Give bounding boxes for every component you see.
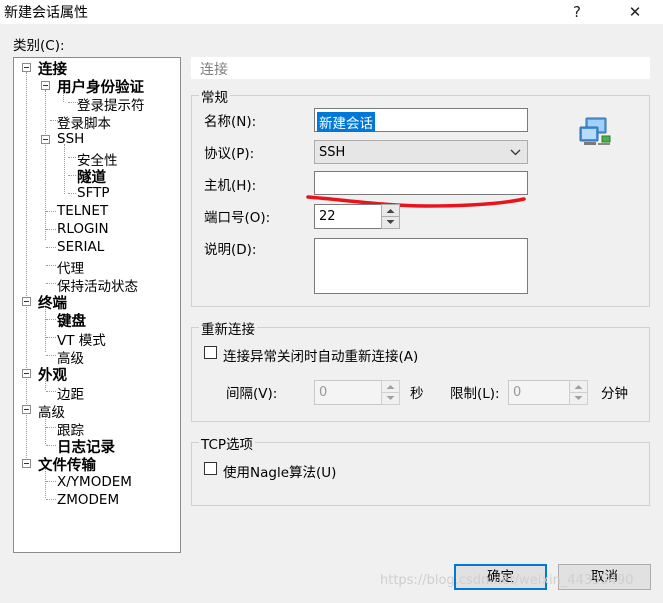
tree-item-telnet[interactable]: TELNET: [57, 203, 108, 219]
port-label: 端口号(O):: [204, 210, 271, 226]
category-tree[interactable]: 连接 用户身份验证 登录提示符 登录脚本 SSH 安全性 隧道 SFTP TEL…: [13, 57, 181, 553]
name-value: 新建会话: [317, 112, 375, 132]
collapse-icon[interactable]: [22, 405, 31, 414]
auto-reconnect-label[interactable]: 连接异常关闭时自动重新连接(A): [223, 345, 418, 365]
tree-item-keyboard[interactable]: 键盘: [57, 310, 86, 331]
description-label: 说明(D):: [204, 242, 257, 258]
general-group-title: 常规: [199, 86, 230, 106]
host-label: 主机(H):: [204, 178, 257, 194]
name-label: 名称(N):: [204, 114, 257, 130]
help-button[interactable]: ?: [557, 0, 597, 24]
tree-item-sftp[interactable]: SFTP: [77, 185, 109, 201]
collapse-icon[interactable]: [22, 459, 31, 468]
tree-item-xymodem[interactable]: X/YMODEM: [57, 474, 132, 490]
window-title: 新建会话属性: [4, 5, 88, 21]
interval-input[interactable]: 0: [314, 380, 382, 405]
panel-header: [191, 57, 650, 79]
tree-item-ssh[interactable]: SSH: [57, 131, 84, 147]
collapse-icon[interactable]: [41, 135, 50, 144]
reconnect-group-title: 重新连接: [199, 318, 257, 338]
description-input[interactable]: [314, 238, 528, 294]
network-computers-icon: [579, 117, 611, 145]
tree-item-rlogin[interactable]: RLOGIN: [57, 221, 109, 237]
panel-header-title: 连接: [200, 62, 228, 78]
spinner-arrows-icon: [382, 209, 399, 224]
tree-item-login-script[interactable]: 登录脚本: [57, 112, 111, 132]
tree-item-appearance[interactable]: 外观: [38, 364, 67, 385]
collapse-icon[interactable]: [41, 81, 50, 90]
protocol-value: SSH: [319, 145, 346, 160]
interval-label: 间隔(V):: [226, 386, 278, 402]
port-input[interactable]: 22: [314, 204, 382, 229]
interval-spinner[interactable]: [381, 380, 400, 405]
collapse-icon[interactable]: [22, 63, 31, 72]
port-value: 22: [319, 209, 336, 224]
chevron-down-icon: [510, 149, 521, 156]
limit-unit: 分钟: [601, 386, 628, 402]
interval-value: 0: [319, 385, 328, 400]
close-button[interactable]: ✕: [615, 0, 655, 24]
tcp-group-title: TCP选项: [199, 433, 256, 453]
limit-spinner[interactable]: [569, 380, 588, 405]
nagle-label[interactable]: 使用Nagle算法(U): [223, 461, 336, 481]
tree-item-margins[interactable]: 边距: [57, 383, 84, 403]
limit-input[interactable]: 0: [508, 380, 570, 405]
protocol-select[interactable]: SSH: [314, 140, 528, 164]
category-label: 类别(C):: [13, 38, 65, 54]
tree-item-keepalive[interactable]: 保持活动状态: [57, 275, 138, 295]
tree-item-proxy[interactable]: 代理: [57, 257, 84, 277]
port-spinner[interactable]: [381, 204, 400, 229]
protocol-label: 协议(P):: [204, 146, 255, 162]
name-input[interactable]: 新建会话: [314, 108, 528, 132]
interval-unit: 秒: [410, 386, 424, 402]
tree-item-zmodem[interactable]: ZMODEM: [57, 492, 119, 508]
nagle-checkbox[interactable]: [204, 462, 217, 475]
tree-item-serial[interactable]: SERIAL: [57, 239, 104, 255]
reconnect-group: [191, 327, 650, 422]
collapse-icon[interactable]: [22, 297, 31, 306]
limit-value: 0: [513, 385, 522, 400]
tree-item-tunnel[interactable]: 隧道: [77, 166, 106, 187]
watermark: https://blog.csdn.net/weixin_44355490: [380, 573, 634, 588]
collapse-icon[interactable]: [22, 369, 31, 378]
auto-reconnect-checkbox[interactable]: [204, 346, 217, 359]
tree-item-advanced[interactable]: 高级: [38, 401, 65, 421]
tree-item-file-transfer[interactable]: 文件传输: [38, 454, 96, 475]
limit-label: 限制(L):: [450, 386, 500, 402]
tree-item-vt-mode[interactable]: VT 模式: [57, 329, 106, 349]
spinner-arrows-icon: [382, 385, 399, 400]
tree-item-login-prompt[interactable]: 登录提示符: [77, 94, 145, 114]
spinner-arrows-icon: [570, 385, 587, 400]
